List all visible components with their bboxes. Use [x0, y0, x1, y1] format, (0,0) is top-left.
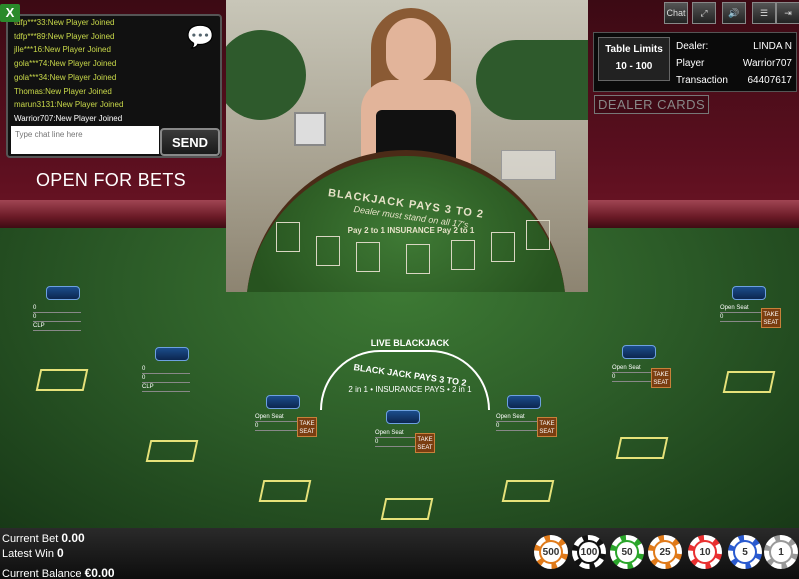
video-bet-spot [356, 242, 380, 272]
chat-message: gola***74:New Player Joined [14, 59, 117, 69]
take-seat-button[interactable]: TAKE SEAT [297, 417, 317, 437]
send-button[interactable]: SEND [160, 128, 220, 156]
fullscreen-icon[interactable]: ⤢ [692, 2, 716, 24]
chat-message: tdfp***33:New Player Joined [14, 18, 115, 27]
chip-1-button[interactable]: 1 [764, 535, 798, 569]
seat-1-info: 0 0 CLP [33, 304, 81, 331]
chat-message: marun3131:New Player Joined [14, 100, 124, 110]
card-shoe [294, 112, 326, 146]
chat-icon[interactable]: Chat [664, 2, 688, 24]
chip-100-button[interactable]: 100 [572, 535, 606, 569]
balance-label: Current Balance [2, 568, 82, 579]
seat-3-info: Open Seat 0 [255, 413, 303, 431]
current-bet: Current Bet 0.00 [2, 531, 85, 545]
discard-tray [501, 150, 556, 180]
video-background-table [476, 40, 588, 120]
chat-bubbles-icon: 💬 [186, 24, 214, 49]
video-bet-spot [276, 222, 300, 252]
table-logo-insurance: 2 in 1 • INSURANCE PAYS • 2 in 1 [348, 385, 472, 394]
chat-message: jlle***16:New Player Joined [14, 45, 111, 55]
video-bet-spot [406, 244, 430, 274]
limits-value: 10 - 100 [615, 61, 653, 72]
transaction-value: 64407617 [747, 75, 793, 86]
chip-value: 25 [655, 542, 675, 562]
table-info-panel: Table Limits 10 - 100 Dealer: LINDA N Pl… [593, 32, 797, 92]
chip-value: 50 [617, 542, 637, 562]
chip-5-button[interactable]: 5 [728, 535, 762, 569]
limits-title: Table Limits [605, 44, 663, 55]
current-bet-label: Current Bet [2, 533, 59, 545]
dealer-video: BLACKJACK PAYS 3 TO 2 Dealer must stand … [226, 0, 588, 292]
video-insurance-text: Pay 2 to 1 INSURANCE Pay 2 to 1 [347, 226, 475, 235]
balance-value: €0.00 [84, 566, 115, 579]
current-balance: Current Balance €0.00 [2, 566, 115, 579]
latest-win: Latest Win 0 [2, 546, 64, 560]
table-logo-title: LIVE BLACKJACK [370, 338, 450, 348]
video-bet-spot [526, 220, 550, 250]
chat-message: gola***34:New Player Joined [14, 72, 117, 82]
take-seat-button[interactable]: TAKE SEAT [761, 308, 781, 328]
take-seat-button[interactable]: TAKE SEAT [651, 368, 671, 388]
game-status-text: OPEN FOR BETS [36, 170, 186, 190]
seat-chip-stack [386, 410, 420, 424]
latest-win-label: Latest Win [2, 548, 54, 560]
current-bet-value: 0.00 [61, 531, 85, 545]
seat-2-bet-box[interactable] [145, 440, 199, 462]
chip-value: 10 [695, 542, 715, 562]
close-chat-button[interactable]: X [0, 4, 20, 22]
seat-chip-stack [155, 347, 189, 361]
player-label: Player [676, 58, 705, 69]
table-limits: Table Limits 10 - 100 [598, 37, 670, 81]
chip-value: 1 [771, 542, 791, 562]
take-seat-button[interactable]: TAKE SEAT [537, 417, 557, 437]
chat-message: Warrior707:New Player Joined [14, 113, 123, 123]
seat-5-bet-box[interactable] [501, 480, 555, 502]
chat-panel: tdfp***33:New Player Joined tdfp***89:Ne… [6, 14, 222, 158]
dealer-label: Dealer: [676, 41, 709, 52]
seat-chip-stack [507, 395, 541, 409]
transaction-label: Transaction [676, 75, 728, 86]
dealer-figure [386, 18, 436, 83]
seat-2-info: 0 0 CLP [142, 365, 190, 392]
video-bet-spot [451, 240, 475, 270]
take-seat-button[interactable]: TAKE SEAT [415, 433, 435, 453]
chat-message: Thomas:New Player Joined [14, 86, 112, 96]
game-stage: BLACKJACK PAYS 3 TO 2 Dealer must stand … [0, 0, 799, 579]
exit-icon[interactable]: ⇥ [776, 2, 799, 24]
video-bet-spot [491, 232, 515, 262]
chip-10-button[interactable]: 10 [688, 535, 722, 569]
chip-500-button[interactable]: 500 [534, 535, 568, 569]
video-background-table [226, 30, 306, 120]
seat-chip-stack [732, 286, 766, 300]
chat-input[interactable] [11, 126, 159, 154]
seat-4-bet-box[interactable] [380, 498, 434, 520]
latest-win-value: 0 [57, 546, 64, 560]
chip-50-button[interactable]: 50 [610, 535, 644, 569]
seat-1-bet-box[interactable] [35, 369, 89, 391]
dealer-value: LINDA N [753, 41, 792, 52]
seat-chip-stack [46, 286, 80, 300]
chip-value: 500 [541, 542, 561, 562]
chip-25-button[interactable]: 25 [648, 535, 682, 569]
menu-icon[interactable]: ☰ [752, 2, 776, 24]
sound-icon[interactable]: 🔊 [722, 2, 746, 24]
seat-chip-stack [266, 395, 300, 409]
seat-3-bet-box[interactable] [258, 480, 312, 502]
seat-7-bet-box[interactable] [722, 371, 776, 393]
seat-6-bet-box[interactable] [615, 437, 669, 459]
seat-chip-stack [622, 345, 656, 359]
chat-message: tdfp***89:New Player Joined [14, 31, 115, 41]
chip-value: 5 [735, 542, 755, 562]
chat-messages: tdfp***33:New Player Joined tdfp***89:Ne… [14, 16, 184, 126]
video-bet-spot [316, 236, 340, 266]
dealer-cards-label: DEALER CARDS [594, 95, 710, 114]
player-value: Warrior707 [742, 58, 792, 69]
chip-value: 100 [579, 542, 599, 562]
